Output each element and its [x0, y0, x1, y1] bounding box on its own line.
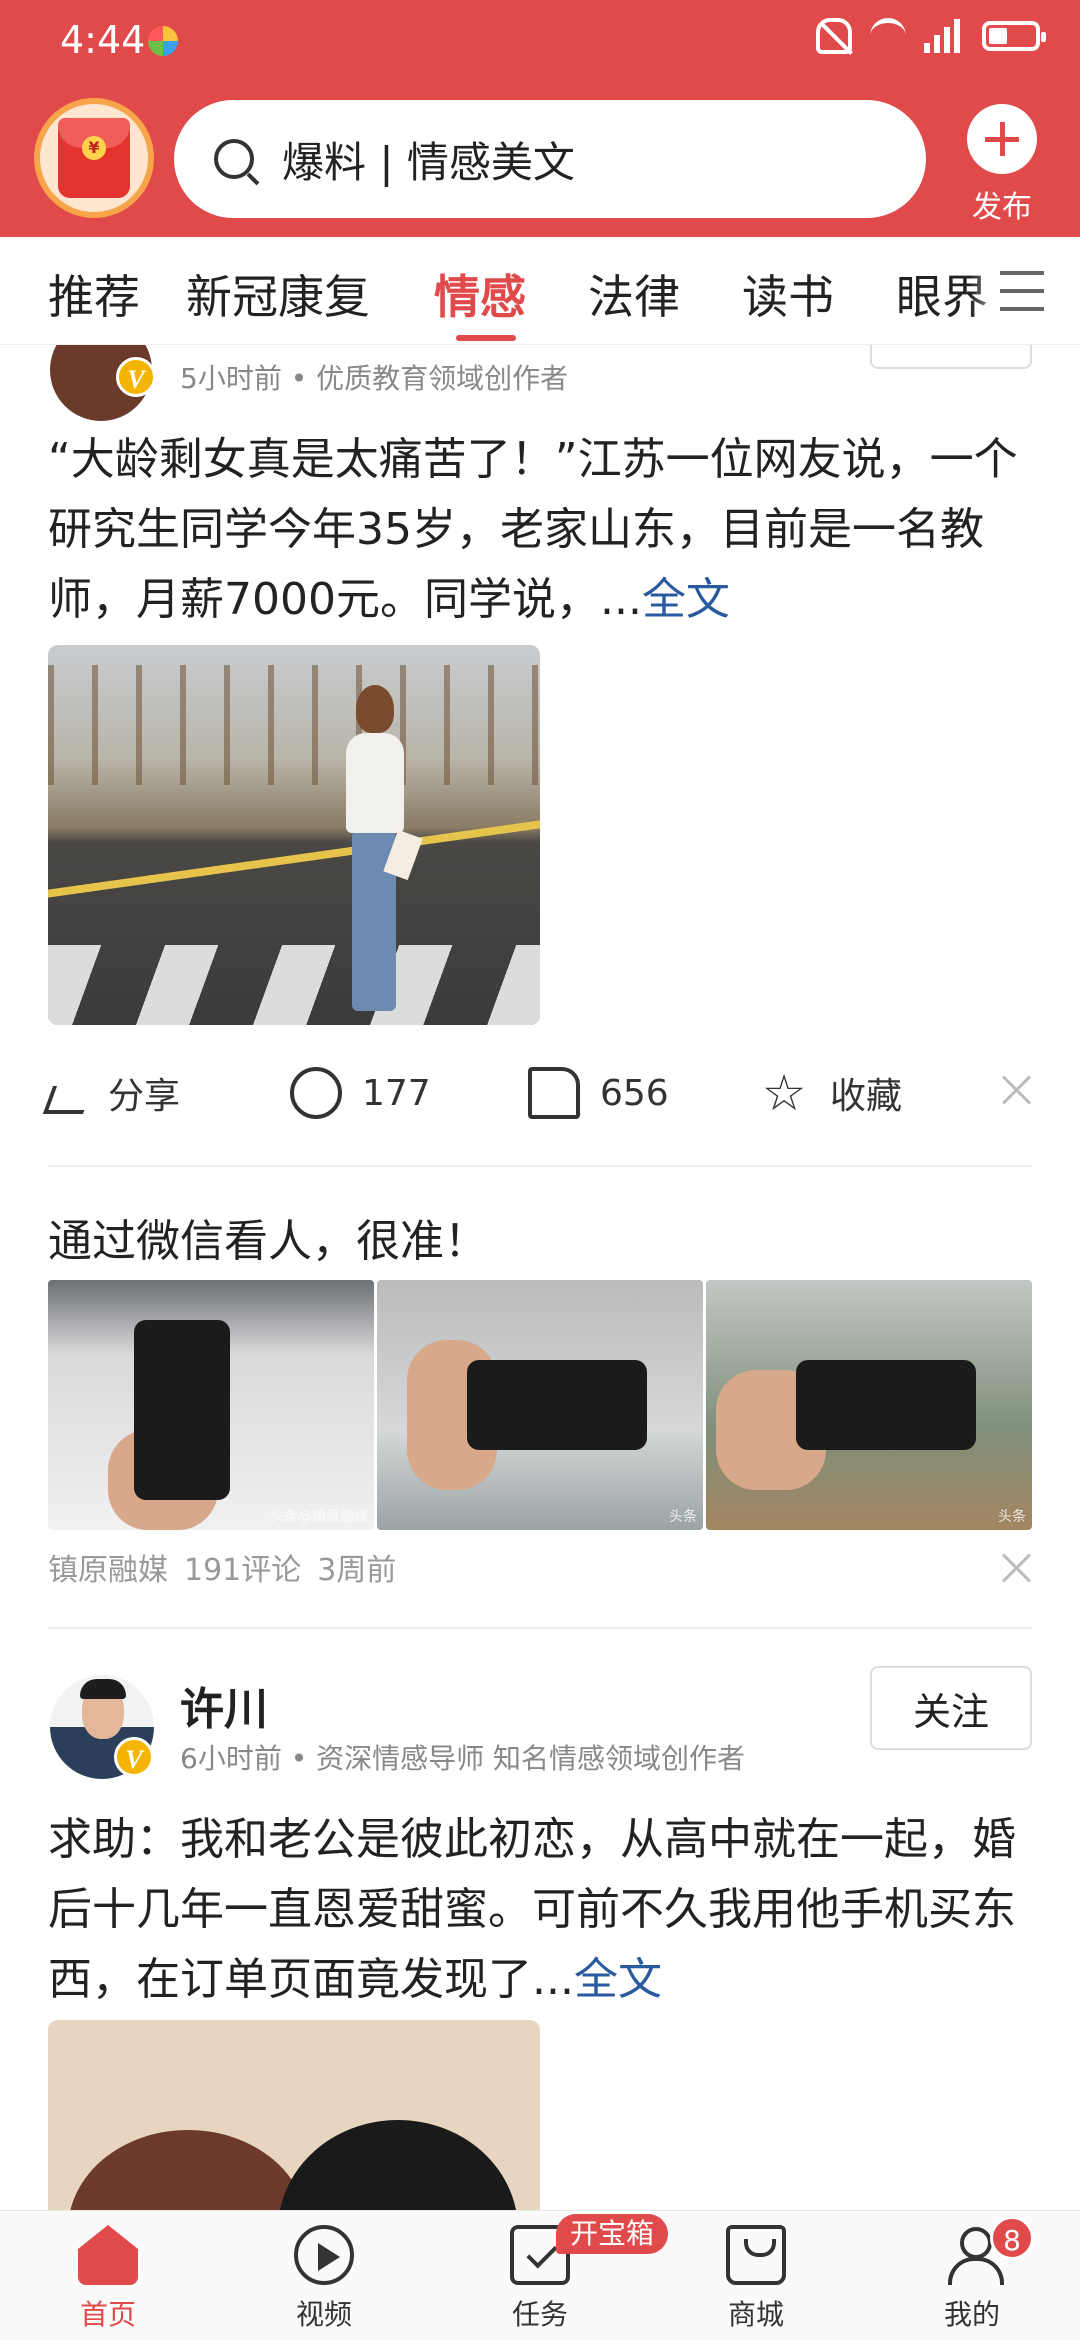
- nav-label: 任务: [511, 2298, 568, 2331]
- read-more-link[interactable]: 全文: [642, 574, 730, 625]
- home-icon: [78, 2225, 138, 2285]
- collect-label: 收藏: [830, 1076, 903, 1117]
- post-text[interactable]: “大龄剩女真是太痛苦了！”江苏一位网友说，一个研究生同学今年35岁，老家山东，目…: [48, 425, 1038, 635]
- treasure-badge[interactable]: 开宝箱: [556, 2214, 669, 2254]
- app-notification-icon: [148, 26, 178, 56]
- bottom-nav: 首页 视频 任务 商城 我的: [0, 2210, 1080, 2340]
- search-icon: [214, 139, 254, 179]
- plus-icon: [967, 104, 1037, 174]
- red-envelope-button[interactable]: [34, 98, 154, 218]
- article-time: 3周前: [317, 1553, 397, 1588]
- status-bar: 4:44: [0, 0, 1080, 80]
- channel-menu-icon[interactable]: [1000, 271, 1044, 311]
- tab-emotion[interactable]: 情感: [434, 261, 526, 327]
- article-title[interactable]: 通过微信看人，很准！: [48, 1205, 488, 1269]
- dismiss-icon[interactable]: [1000, 1551, 1034, 1585]
- share-icon: [42, 1086, 94, 1114]
- comment-button[interactable]: 177: [290, 1067, 431, 1119]
- dismiss-icon[interactable]: [1000, 1073, 1034, 1107]
- article-thumbnail: 头条: [377, 1280, 703, 1530]
- verified-icon: V: [114, 1737, 154, 1777]
- thumbnail-watermark: 头条@镇原融媒: [270, 1509, 368, 1525]
- nav-home[interactable]: 首页: [38, 2225, 178, 2333]
- tab-reading[interactable]: 读书: [742, 261, 834, 327]
- follow-button[interactable]: [870, 345, 1032, 369]
- comment-count: 177: [362, 1072, 431, 1114]
- nav-label: 首页: [79, 2298, 136, 2331]
- red-envelope-icon: [58, 118, 130, 198]
- like-count: 656: [600, 1072, 669, 1114]
- share-label: 分享: [108, 1076, 181, 1117]
- signal-icon: [924, 19, 964, 53]
- post-actions: 分享 177 656 ☆ 收藏: [0, 1045, 1080, 1135]
- mute-icon: [816, 18, 852, 54]
- tab-law[interactable]: 法律: [588, 261, 680, 327]
- post-meta: 6小时前 • 资深情感导师 知名情感领域创作者: [180, 1742, 746, 1775]
- post-image[interactable]: [48, 645, 540, 1025]
- app-header: 4:44 爆料 | 情感美文 发布: [0, 0, 1080, 237]
- post-meta: 5小时前 • 优质教育领域创作者: [180, 362, 569, 395]
- post-body: 求助：我和老公是彼此初恋，从高中就在一起，婚后十几年一直恩爱甜蜜。可前不久我用他…: [48, 1814, 1016, 2005]
- wifi-icon: [870, 18, 906, 54]
- news-feed: V 5小时前 • 优质教育领域创作者 “大龄剩女真是太痛苦了！”江苏一位网友说，…: [0, 345, 1080, 2210]
- article-source[interactable]: 镇原融媒: [48, 1553, 168, 1588]
- nav-label: 我的: [943, 2298, 1000, 2331]
- divider: [48, 1165, 1032, 1167]
- article-thumbnails[interactable]: 头条@镇原融媒 头条 头条: [48, 1280, 1032, 1530]
- post-image[interactable]: [48, 2020, 540, 2210]
- nav-mall[interactable]: 商城: [686, 2225, 826, 2333]
- category-tabs: 推荐 新冠康复 情感 法律 读书 眼界: [0, 237, 1080, 345]
- notification-badge: 8: [990, 2216, 1034, 2260]
- shopping-bag-icon: [726, 2225, 786, 2285]
- read-more-link[interactable]: 全文: [574, 1954, 662, 2005]
- status-icons: [816, 18, 1046, 54]
- thumbnail-watermark: 头条: [998, 1509, 1026, 1525]
- search-hint: 爆料 | 情感美文: [282, 137, 575, 187]
- search-bar[interactable]: 爆料 | 情感美文: [174, 100, 926, 218]
- status-time: 4:44: [60, 18, 146, 62]
- author-name[interactable]: 许川: [180, 1673, 268, 1737]
- article-comments: 191评论: [184, 1553, 302, 1588]
- star-icon: ☆: [761, 1064, 807, 1122]
- nav-label: 视频: [295, 2298, 352, 2331]
- article-thumbnail: 头条: [706, 1280, 1032, 1530]
- article-meta: 镇原融媒 191评论 3周前: [48, 1545, 412, 1589]
- article-thumbnail: 头条@镇原融媒: [48, 1280, 374, 1530]
- share-button[interactable]: 分享: [42, 1067, 181, 1119]
- verified-icon: V: [116, 357, 156, 397]
- follow-button[interactable]: 关注: [870, 1666, 1032, 1750]
- divider: [48, 1627, 1032, 1629]
- tab-recommend[interactable]: 推荐: [48, 261, 140, 327]
- thumbs-up-icon: [528, 1067, 580, 1119]
- publish-label: 发布: [972, 190, 1032, 225]
- active-tab-indicator: [456, 335, 516, 341]
- post-text[interactable]: 求助：我和老公是彼此初恋，从高中就在一起，婚后十几年一直恩爱甜蜜。可前不久我用他…: [48, 1805, 1038, 2015]
- battery-icon: [982, 21, 1046, 51]
- collect-button[interactable]: ☆ 收藏: [758, 1067, 902, 1119]
- nav-label: 商城: [727, 2298, 784, 2331]
- nav-video[interactable]: 视频: [254, 2225, 394, 2333]
- like-button[interactable]: 656: [528, 1067, 669, 1119]
- play-icon: [294, 2225, 354, 2285]
- post-body: “大龄剩女真是太痛苦了！”江苏一位网友说，一个研究生同学今年35岁，老家山东，目…: [48, 434, 1018, 625]
- publish-button[interactable]: 发布: [956, 104, 1048, 226]
- thumbnail-watermark: 头条: [669, 1509, 697, 1525]
- tab-covid-recovery[interactable]: 新冠康复: [186, 261, 370, 327]
- comment-icon: [290, 1067, 342, 1119]
